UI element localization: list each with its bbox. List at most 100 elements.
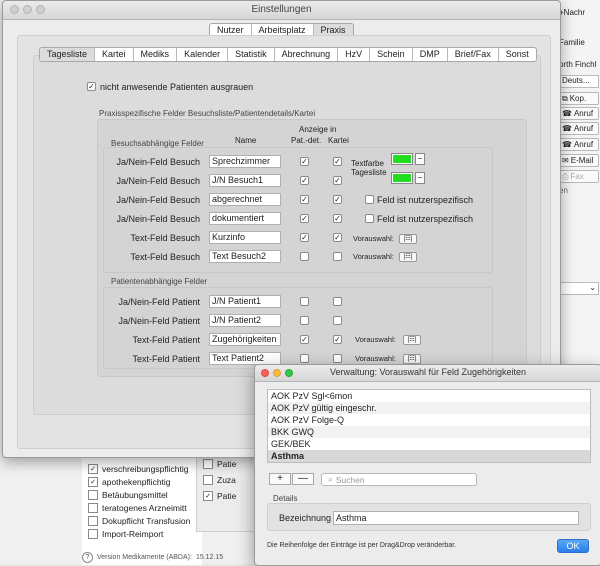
text-color-label-line1: Textfarbe: [351, 159, 384, 168]
gray-out-checkbox[interactable]: ✓: [87, 82, 96, 91]
remove-item-button[interactable]: —: [292, 473, 314, 485]
list-item[interactable]: Import-Reimport: [88, 529, 163, 539]
visit-field-name-input[interactable]: Text Besuch2: [209, 250, 281, 263]
text-color-clear-button-2[interactable]: −: [415, 172, 425, 184]
patient-kartei-checkbox[interactable]: [333, 354, 342, 363]
checkbox[interactable]: [88, 503, 98, 513]
patient-field-name-input[interactable]: J/N Patient2: [209, 314, 281, 327]
patient-pat-checkbox[interactable]: [300, 354, 309, 363]
right-panel-fax-button[interactable]: ⎙ Fax: [559, 170, 599, 183]
patient-kartei-checkbox[interactable]: [333, 316, 342, 325]
tab-tagesliste[interactable]: Tagesliste: [40, 48, 96, 61]
preselect-edit-button-3[interactable]: [☷]: [403, 335, 421, 345]
checkbox[interactable]: [88, 516, 98, 526]
preselect-list[interactable]: AOK PzV Sgl<6mon AOK PzV gültig eingesch…: [267, 389, 591, 463]
help-icon[interactable]: ?: [82, 551, 93, 563]
list-item[interactable]: AOK PzV gültig eingeschr.: [268, 402, 590, 414]
search-input[interactable]: ⌕ Suchen: [321, 473, 477, 486]
tab-mediks[interactable]: Mediks: [134, 48, 178, 61]
visit-pat-checkbox[interactable]: ✓: [300, 157, 309, 166]
text-color-swatch-2[interactable]: [391, 172, 413, 184]
visit-row-label: Text-Feld Besuch: [130, 252, 200, 262]
checkbox[interactable]: [88, 490, 98, 500]
patient-pat-checkbox[interactable]: [300, 297, 309, 306]
checkbox[interactable]: ✓: [203, 491, 213, 501]
right-panel-deutsch-select[interactable]: Deuts...: [559, 75, 599, 88]
user-specific-checkbox-1[interactable]: [365, 195, 374, 204]
tab-kalender[interactable]: Kalender: [177, 48, 229, 61]
visit-pat-checkbox[interactable]: [300, 252, 309, 261]
patient-pat-checkbox[interactable]: [300, 316, 309, 325]
text-color-swatch-1[interactable]: [391, 153, 413, 165]
tab-dmp[interactable]: DMP: [413, 48, 448, 61]
visit-field-name-input[interactable]: J/N Besuch1: [209, 174, 281, 187]
visit-field-name-input[interactable]: Kurzinfo: [209, 231, 281, 244]
visit-kartei-checkbox[interactable]: ✓: [333, 157, 342, 166]
visit-kartei-checkbox[interactable]: ✓: [333, 176, 342, 185]
list-item[interactable]: teratogenes Arzneimitt: [88, 503, 187, 513]
list-item[interactable]: ✓ Patie: [203, 491, 236, 501]
checkbox[interactable]: ✓: [88, 464, 98, 474]
preselect-dialog: Verwaltung: Vorauswahl für Feld Zugehöri…: [254, 364, 600, 566]
visit-pat-checkbox[interactable]: ✓: [300, 214, 309, 223]
patient-field-name-input[interactable]: J/N Patient1: [209, 295, 281, 308]
patient-pat-checkbox[interactable]: ✓: [300, 335, 309, 344]
visit-field-name-input[interactable]: abgerechnet: [209, 193, 281, 206]
visit-pat-checkbox[interactable]: ✓: [300, 176, 309, 185]
reorder-hint: Die Reihenfolge der Einträge ist per Dra…: [267, 542, 457, 549]
right-panel-call-button-3[interactable]: ☎ Anruf: [559, 138, 599, 151]
ok-button[interactable]: OK: [557, 539, 589, 553]
preselect-edit-button-1[interactable]: [☷]: [399, 234, 417, 244]
preselect-edit-button-2[interactable]: [☷]: [399, 252, 417, 262]
right-panel-email-button[interactable]: ✉ E-Mail: [559, 154, 599, 167]
tab-brief-fax[interactable]: Brief/Fax: [448, 48, 499, 61]
tab-kartei[interactable]: Kartei: [95, 48, 134, 61]
tab-hzv[interactable]: HzV: [338, 48, 371, 61]
checkbox[interactable]: ✓: [88, 477, 98, 487]
patient-kartei-checkbox[interactable]: [333, 297, 342, 306]
visit-kartei-checkbox[interactable]: ✓: [333, 214, 342, 223]
preselect-edit-button-4[interactable]: [☷]: [403, 354, 421, 364]
patient-field-name-input[interactable]: Zugehörigkeiten: [209, 333, 281, 346]
patient-row-label: Text-Feld Patient: [132, 354, 200, 364]
visit-field-name-input[interactable]: Sprechzimmer: [209, 155, 281, 168]
right-panel-call-button-1[interactable]: ☎ Anruf: [559, 107, 599, 120]
list-item[interactable]: Betäubungsmittel: [88, 490, 168, 500]
add-item-button[interactable]: +: [269, 473, 291, 485]
tab-schein[interactable]: Schein: [370, 48, 413, 61]
text-color-clear-button-1[interactable]: −: [415, 153, 425, 165]
list-item[interactable]: Patie: [203, 459, 236, 469]
window-title: Einstellungen: [251, 4, 312, 15]
list-item[interactable]: Dokupflicht Transfusion: [88, 516, 190, 526]
list-item[interactable]: AOK PzV Folge-Q: [268, 414, 590, 426]
checkbox[interactable]: [88, 529, 98, 539]
visit-kartei-checkbox[interactable]: ✓: [333, 233, 342, 242]
visit-kartei-checkbox[interactable]: [333, 252, 342, 261]
preselect-label-2: Vorauswahl:: [353, 252, 394, 261]
list-item[interactable]: ✓ apothekenpflichtig: [88, 477, 171, 487]
designation-input[interactable]: Asthma: [333, 511, 579, 525]
visit-field-name-input[interactable]: dokumentiert: [209, 212, 281, 225]
user-specific-checkbox-2[interactable]: [365, 214, 374, 223]
list-item-selected[interactable]: Asthma: [268, 450, 590, 462]
visit-pat-checkbox[interactable]: ✓: [300, 195, 309, 204]
visit-row-label: Text-Feld Besuch: [130, 233, 200, 243]
right-panel-copy-button[interactable]: ⧉ Kop.: [559, 92, 599, 105]
list-item[interactable]: GEK/BEK: [268, 438, 590, 450]
list-item[interactable]: ✓ verschreibungspflichtig: [88, 464, 188, 474]
list-item[interactable]: Zuza: [203, 475, 236, 485]
list-item[interactable]: BKK GWQ: [268, 426, 590, 438]
checkbox[interactable]: [203, 459, 213, 469]
right-panel-dropdown[interactable]: ⌄: [559, 282, 599, 295]
tab-statistik[interactable]: Statistik: [228, 48, 275, 61]
patient-kartei-checkbox[interactable]: ✓: [333, 335, 342, 344]
preselect-label-3: Vorauswahl:: [355, 335, 396, 344]
list-item[interactable]: AOK PzV Sgl<6mon: [268, 390, 590, 402]
checkbox[interactable]: [203, 475, 213, 485]
tab-abrechnung[interactable]: Abrechnung: [275, 48, 339, 61]
visit-kartei-checkbox[interactable]: ✓: [333, 195, 342, 204]
right-panel-call-button-2[interactable]: ☎ Anruf: [559, 122, 599, 135]
status-version: 15.12.15: [195, 553, 224, 561]
visit-pat-checkbox[interactable]: ✓: [300, 233, 309, 242]
tab-sonst[interactable]: Sonst: [499, 48, 536, 61]
